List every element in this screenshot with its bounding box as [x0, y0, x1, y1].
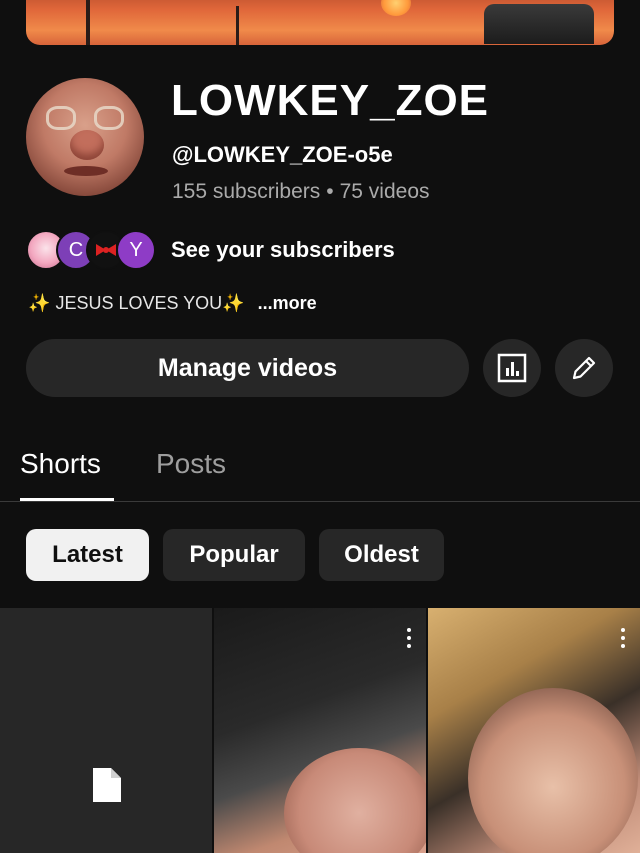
channel-name: LOWKEY_ZOE [171, 76, 490, 125]
avatar-glasses-right [94, 106, 124, 130]
banner-traffic-light [381, 0, 411, 16]
description-more-link[interactable]: ...more [258, 293, 317, 313]
channel-avatar[interactable] [26, 78, 144, 196]
banner-pole [236, 6, 239, 45]
banner-car [484, 4, 594, 44]
pencil-icon [572, 356, 596, 380]
filter-oldest[interactable]: Oldest [319, 529, 444, 581]
video-count: 75 videos [339, 180, 430, 203]
channel-stats: 155 subscribers • 75 videos [172, 180, 430, 204]
more-options-icon[interactable] [406, 628, 412, 650]
analytics-button[interactable] [483, 339, 541, 397]
description-text: JESUS LOVES YOU [55, 293, 223, 313]
short-thumbnail[interactable] [0, 608, 212, 853]
manage-videos-button[interactable]: Manage videos [26, 339, 469, 397]
more-options-icon[interactable] [620, 628, 626, 650]
subscriber-count: 155 subscribers [172, 180, 321, 203]
see-subscribers-link[interactable]: See your subscribers [171, 237, 395, 263]
sparkle-icon: ✨ [28, 293, 51, 313]
tab-shorts[interactable]: Shorts [20, 448, 101, 480]
subscriber-avatar: Y [116, 230, 156, 270]
stats-separator: • [326, 180, 334, 203]
channel-banner[interactable] [26, 0, 614, 45]
thumbnail-face [284, 748, 426, 853]
sparkle-icon: ✨ [222, 293, 245, 313]
tab-posts[interactable]: Posts [156, 448, 226, 480]
analytics-icon [497, 353, 527, 383]
subscriber-avatars[interactable]: C Y [26, 230, 158, 270]
file-icon [93, 768, 121, 802]
edit-channel-button[interactable] [555, 339, 613, 397]
short-thumbnail[interactable] [214, 608, 426, 853]
active-tab-indicator [20, 498, 114, 501]
avatar-nose [70, 130, 104, 160]
channel-tabs: Shorts Posts [0, 440, 640, 502]
channel-handle: @LOWKEY_ZOE-o5e [172, 142, 393, 167]
banner-pole [86, 0, 90, 45]
short-thumbnail[interactable] [428, 608, 640, 853]
avatar-mouth [64, 166, 108, 176]
avatar-glasses-left [46, 106, 76, 130]
channel-description[interactable]: ✨ JESUS LOVES YOU✨ ...more [28, 293, 317, 314]
shorts-grid [0, 608, 640, 853]
filter-popular[interactable]: Popular [163, 529, 305, 581]
filter-latest[interactable]: Latest [26, 529, 149, 581]
thumbnail-face [468, 688, 638, 853]
